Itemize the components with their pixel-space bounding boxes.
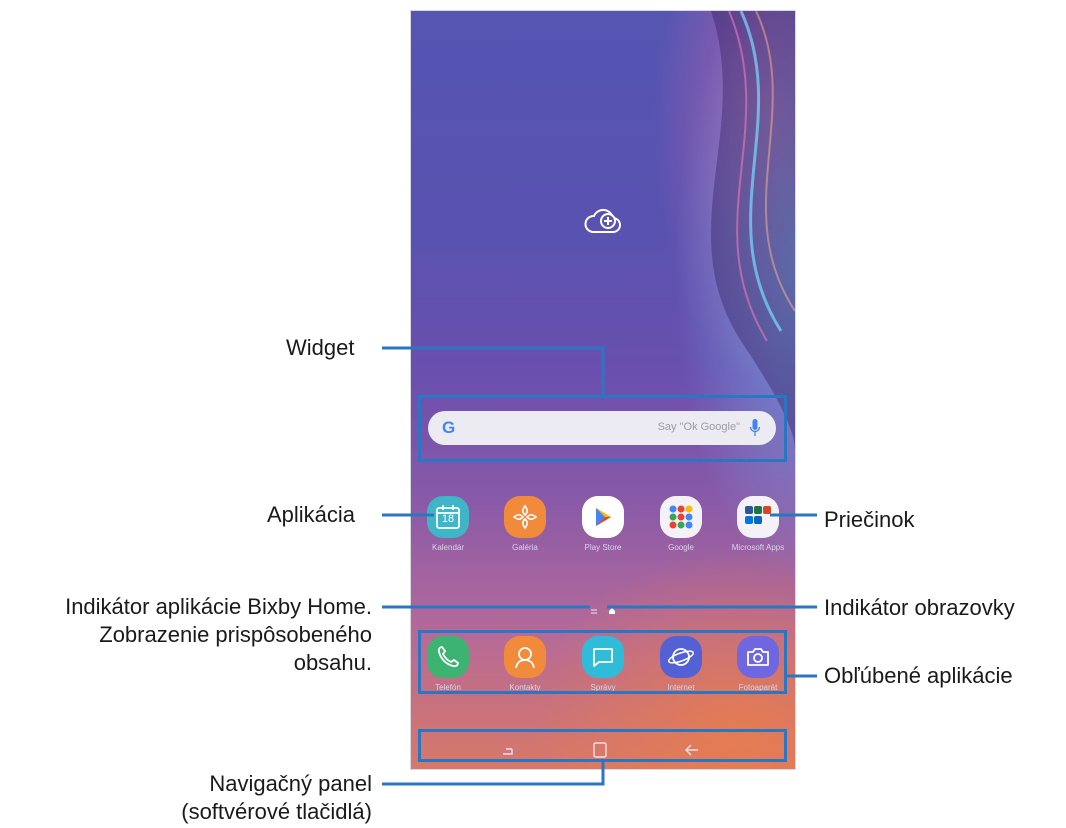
bixby-callout-line3: obsahu. (293, 650, 372, 675)
callout-lines (382, 346, 817, 786)
favorites-callout: Obľúbené aplikácie (824, 663, 1013, 688)
apps-callout: Aplikácia (267, 502, 356, 527)
navbar-callout-line2: (softvérové tlačidlá) (181, 799, 372, 824)
navbar-callout-line1: Navigačný panel (209, 771, 372, 796)
navbar-callout: Navigačný panel (softvérové tlačidlá) (10, 770, 372, 826)
widget-callout: Widget (286, 335, 355, 360)
bixby-callout: Indikátor aplikácie Bixby Home. Zobrazen… (10, 593, 372, 677)
navbar-callout-line (382, 762, 605, 786)
widget-callout-line (382, 346, 605, 395)
bixby-callout-line1: Indikátor aplikácie Bixby Home. (65, 594, 372, 619)
screen-indicator-callout: Indikátor obrazovky (824, 595, 1015, 620)
folder-callout: Priečinok (824, 507, 915, 532)
bixby-callout-line2: Zobrazenie prispôsobeného (99, 622, 372, 647)
